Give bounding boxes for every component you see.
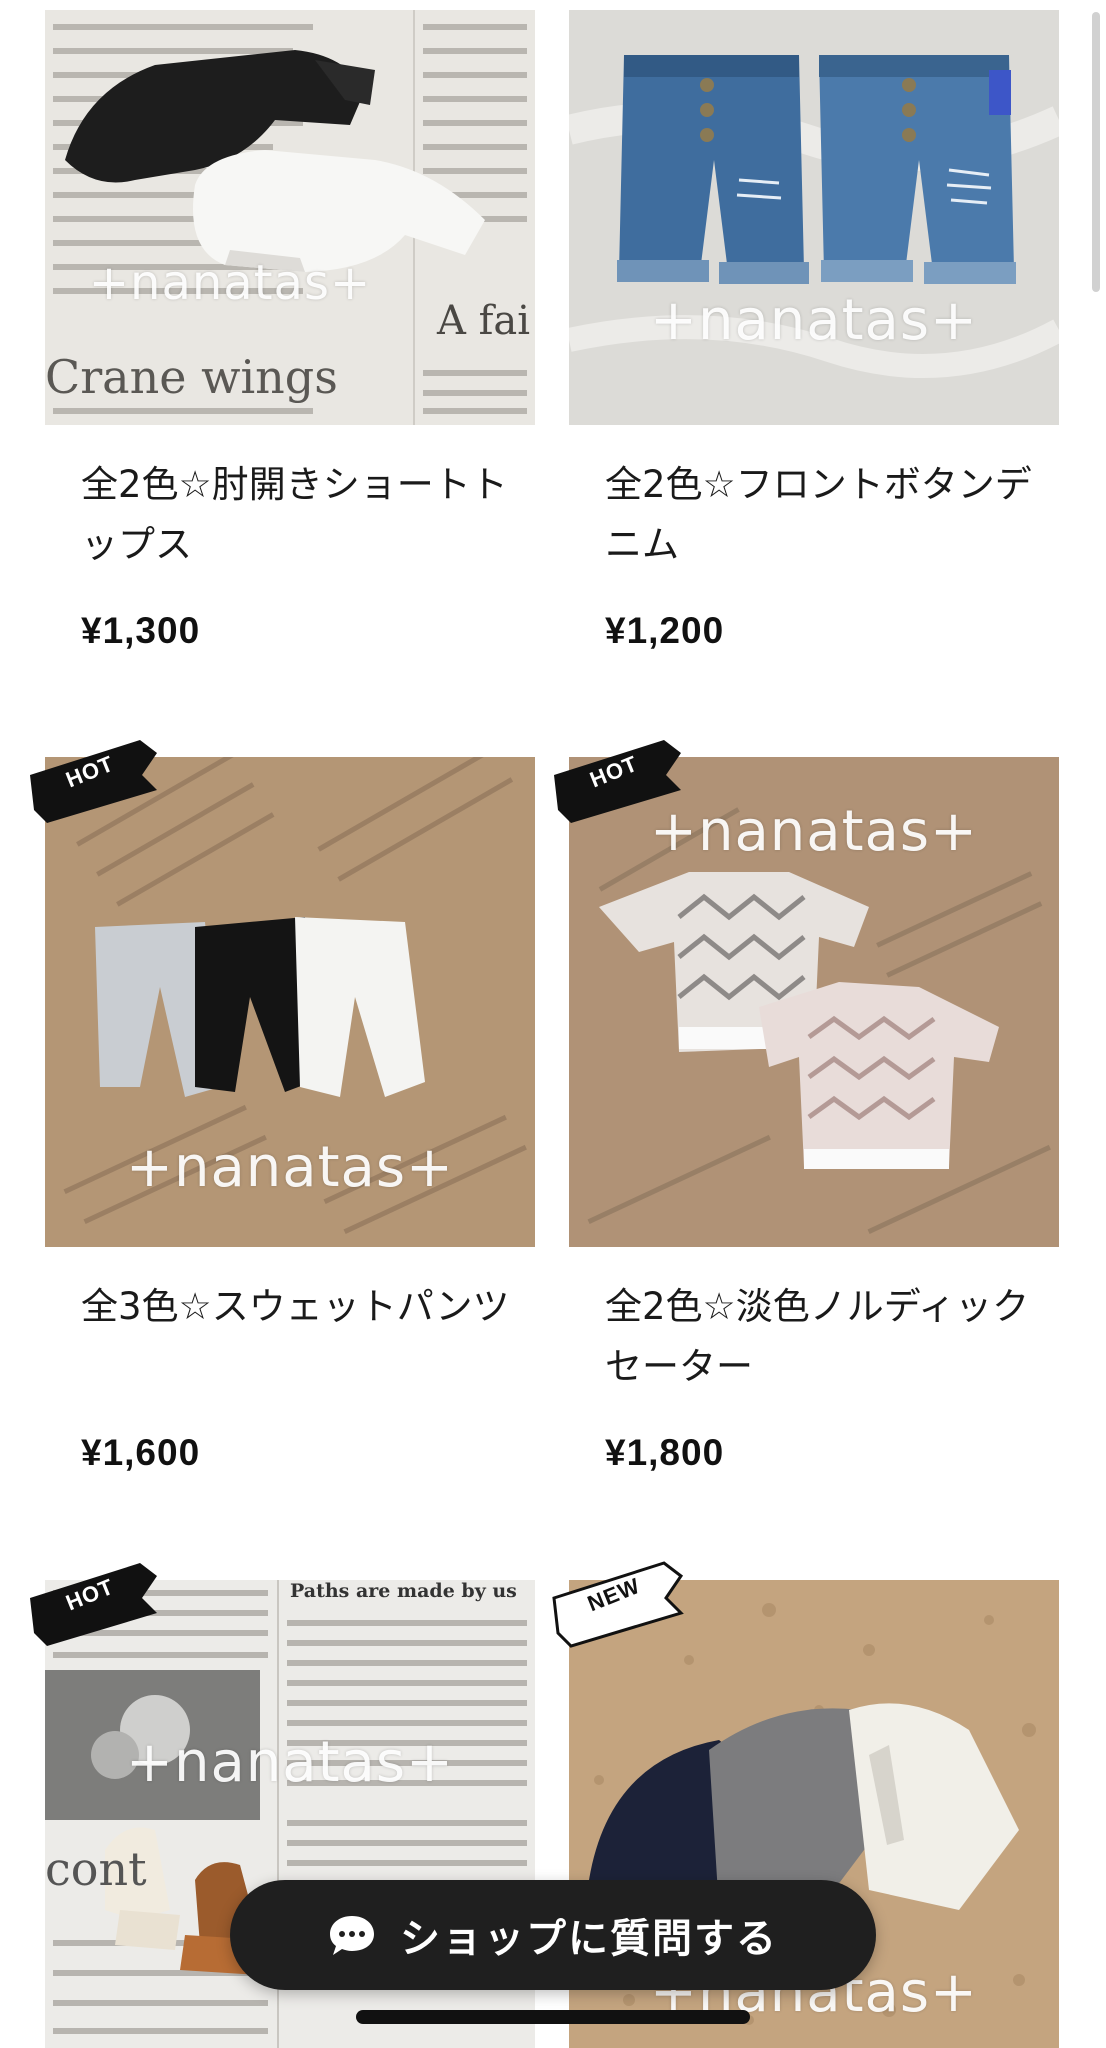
- product-price: ¥1,600: [81, 1432, 201, 1473]
- photo-side-text: cont: [45, 1842, 147, 1896]
- product-title[interactable]: 全3色☆スウェットパンツ: [81, 1277, 511, 1337]
- product-price: ¥1,200: [605, 610, 725, 651]
- hot-badge: HOT: [546, 735, 686, 825]
- watermark: +nanatas+: [126, 1730, 454, 1795]
- product-price: ¥1,300: [81, 610, 201, 651]
- product-price: ¥1,800: [605, 1432, 725, 1473]
- hot-badge: HOT: [22, 735, 162, 825]
- hot-badge: HOT: [22, 1558, 162, 1648]
- ask-shop-button[interactable]: ショップに質問する: [230, 1880, 876, 1990]
- scrollbar[interactable]: [1092, 12, 1100, 292]
- product-card[interactable]: +nanatas+ 全3色☆スウェットパンツ ¥1,600: [45, 757, 535, 1473]
- product-card[interactable]: +nanatas+ Crane wings A fai 全2色☆肘開きショートト…: [45, 0, 535, 651]
- product-image[interactable]: +nanatas+: [569, 757, 1059, 1247]
- product-card[interactable]: +nanatas+ 全2色☆フロントボタンデニム ¥1,200: [569, 0, 1059, 651]
- product-photo: [569, 10, 1059, 425]
- chat-bubble-icon: [330, 1916, 374, 1955]
- watermark: +nanatas+: [126, 1135, 454, 1200]
- product-image[interactable]: +nanatas+ Crane wings A fai: [45, 10, 535, 425]
- product-title[interactable]: 全2色☆肘開きショートトップス: [81, 455, 511, 575]
- photo-side-text: A fai: [437, 298, 531, 344]
- home-indicator[interactable]: [356, 2010, 750, 2024]
- new-badge: NEW: [546, 1558, 686, 1648]
- ask-shop-label: ショップに質問する: [400, 1916, 778, 1962]
- product-title[interactable]: 全2色☆淡色ノルディックセーター: [605, 1277, 1035, 1397]
- watermark: +nanatas+: [650, 288, 978, 353]
- product-title[interactable]: 全2色☆フロントボタンデニム: [605, 455, 1035, 575]
- product-image[interactable]: +nanatas+: [45, 757, 535, 1247]
- product-card[interactable]: +nanatas+ 全2色☆淡色ノルディックセーター ¥1,800: [569, 757, 1059, 1473]
- photo-headline: Crane wings: [45, 350, 338, 404]
- photo-headline: Paths are made by us: [290, 1580, 517, 1602]
- product-image[interactable]: +nanatas+: [569, 10, 1059, 425]
- product-grid-page: +nanatas+ Crane wings A fai 全2色☆肘開きショートト…: [0, 0, 1106, 2048]
